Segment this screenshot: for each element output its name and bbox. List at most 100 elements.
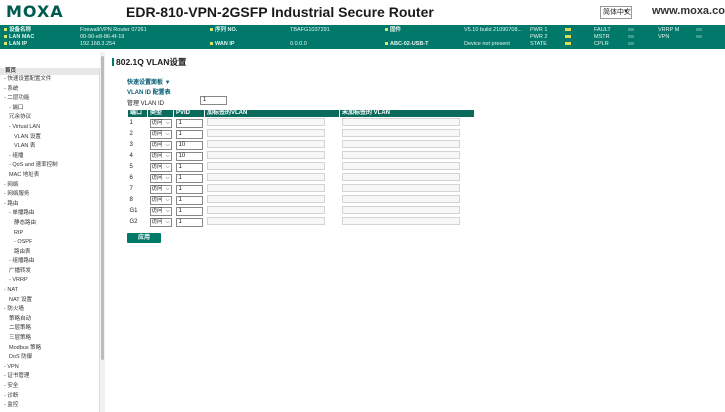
sidebar-item[interactable]: - 系统 <box>0 85 99 95</box>
tagged-vlan-input[interactable] <box>206 118 325 127</box>
tagged-vlan-input[interactable] <box>206 162 325 170</box>
pvid-input[interactable]: 10 <box>175 140 203 150</box>
sidebar-item[interactable]: - QoS and 速率控制 <box>0 161 99 171</box>
apply-button[interactable]: 应用 <box>127 233 161 243</box>
sidebar-item[interactable]: 二层策略 <box>0 324 99 334</box>
main-content: 802.1Q VLAN设置 快速设置面板 ▼ VLAN ID 配置表 管理 VL… <box>112 52 722 412</box>
type-select[interactable]: 访问 ⌵ <box>149 151 172 161</box>
sidebar-item[interactable]: RIP <box>0 229 99 239</box>
sidebar-item[interactable]: 静态路由 <box>0 219 99 229</box>
untagged-vlan-input[interactable] <box>341 195 460 203</box>
type-select[interactable]: 访问 ⌵ <box>149 184 172 194</box>
pwr1-led <box>565 28 571 31</box>
sidebar-item[interactable]: - 网络 <box>0 181 99 191</box>
sidebar-item[interactable]: - 单播路由 <box>0 209 99 219</box>
sidebar-item[interactable]: - VPN <box>0 363 99 373</box>
type-select[interactable]: 访问 ⌵ <box>149 195 172 205</box>
sidebar-item[interactable]: Modbus 策略 <box>0 344 99 354</box>
untagged-vlan-input[interactable] <box>341 173 460 181</box>
tagged-vlan-input[interactable] <box>206 151 325 159</box>
lan-ip-label: LAN IP <box>4 41 27 48</box>
sidebar-item[interactable]: - 网络服务 <box>0 190 99 200</box>
pwr2-led <box>565 35 571 38</box>
sidebar-item[interactable]: - 组播 <box>0 152 99 162</box>
pvid-input[interactable]: 1 <box>175 195 203 205</box>
quick-setup-toggle[interactable]: 快速设置面板 ▼ <box>127 77 171 86</box>
sidebar-item[interactable]: - OSPF <box>0 238 99 248</box>
untagged-vlan-input[interactable] <box>341 217 460 225</box>
sidebar-item[interactable]: VLAN 表 <box>0 142 99 152</box>
sidebar-item[interactable]: VLAN 设置 <box>0 133 99 143</box>
sidebar-item[interactable]: MAC 地址表 <box>0 171 99 181</box>
sidebar-item[interactable]: 策略自动 <box>0 315 99 325</box>
pvid-input[interactable]: 1 <box>175 184 203 194</box>
untagged-vlan-input[interactable] <box>341 151 460 159</box>
sidebar-item[interactable]: - 安全 <box>0 382 99 392</box>
website-link[interactable]: www.moxa.com <box>652 5 725 17</box>
page-title: 802.1Q VLAN设置 <box>112 56 186 68</box>
untagged-vlan-input[interactable] <box>341 184 460 192</box>
pvid-input[interactable]: 1 <box>175 129 203 139</box>
sidebar-item[interactable]: 冗余协议 <box>0 113 99 123</box>
sidebar-scroll-thumb[interactable] <box>101 56 104 360</box>
tagged-vlan-input[interactable] <box>206 184 325 192</box>
tagged-vlan-input[interactable] <box>206 206 325 214</box>
pvid-input[interactable]: 1 <box>175 217 203 227</box>
sidebar-item[interactable]: - NAT <box>0 286 99 296</box>
type-select[interactable]: 访问 ⌵ <box>149 217 172 227</box>
type-select[interactable]: 访问 ⌵ <box>149 162 172 172</box>
untagged-vlan-input[interactable] <box>341 118 460 127</box>
pvid-input[interactable]: 1 <box>175 206 203 216</box>
sidebar-item[interactable]: - 端口 <box>0 104 99 114</box>
sidebar-item[interactable]: 广播转发 <box>0 267 99 277</box>
product-title: EDR-810-VPN-2GSFP Industrial Secure Rout… <box>126 4 434 20</box>
pvid-input[interactable]: 1 <box>175 173 203 183</box>
language-select[interactable]: 简体中文 ▼ <box>600 6 632 19</box>
sidebar-item[interactable]: DoS 防御 <box>0 353 99 363</box>
port-cell: G2 <box>129 219 138 225</box>
tagged-vlan-input[interactable] <box>206 129 325 137</box>
table-row: 4 访问 ⌵ 10 <box>128 151 475 162</box>
table-row: 6 访问 ⌵ 1 <box>128 173 475 184</box>
chevron-down-icon: ⌵ <box>165 141 170 148</box>
tagged-vlan-input[interactable] <box>206 217 325 225</box>
sidebar-item[interactable]: - 诊断 <box>0 392 99 402</box>
tagged-vlan-input[interactable] <box>206 140 325 148</box>
tagged-vlan-input[interactable] <box>206 195 325 203</box>
pvid-input[interactable]: 1 <box>175 118 203 128</box>
untagged-vlan-input[interactable] <box>341 206 460 214</box>
mgmt-vlan-input[interactable]: 1 <box>200 96 227 105</box>
sidebar-item[interactable]: - VRRP <box>0 276 99 286</box>
type-select[interactable]: 访问 ⌵ <box>149 206 172 216</box>
type-select[interactable]: 访问 ⌵ <box>149 140 172 150</box>
type-select[interactable]: 访问 ⌵ <box>149 129 172 139</box>
port-cell: 4 <box>129 153 133 159</box>
pvid-input[interactable]: 1 <box>175 162 203 172</box>
sidebar-item[interactable]: 路由表 <box>0 248 99 258</box>
pvid-input[interactable]: 10 <box>175 151 203 161</box>
lan-mac-label: LAN MAC <box>4 34 34 41</box>
sidebar-item[interactable]: - 快速设置配置文件 <box>0 75 99 85</box>
sidebar-list: - 快速设置配置文件 - 系统 - 二层功能 - 端口 冗余协议 - Virtual LA… <box>0 75 99 411</box>
sidebar-item[interactable]: - 防火墙 <box>0 305 99 315</box>
untagged-vlan-input[interactable] <box>341 140 460 148</box>
chevron-down-icon: ⌵ <box>165 152 170 159</box>
sidebar-item[interactable]: 三层策略 <box>0 334 99 344</box>
type-select[interactable]: 访问 ⌵ <box>149 173 172 183</box>
sidebar-home[interactable]: 首页 <box>0 68 99 75</box>
sidebar-item[interactable]: - 组播路由 <box>0 257 99 267</box>
type-select[interactable]: 访问 ⌵ <box>149 118 172 128</box>
chevron-down-icon: ⌵ <box>165 196 170 203</box>
sidebar-item[interactable]: - 监控 <box>0 401 99 411</box>
sidebar-item[interactable]: - 二层功能 <box>0 94 99 104</box>
sidebar-item[interactable]: NAT 设置 <box>0 296 99 306</box>
sidebar-item[interactable]: - Virtual LAN <box>0 123 99 133</box>
sidebar-item[interactable]: - 证书管理 <box>0 372 99 382</box>
moxa-logo: MOXA <box>6 2 64 21</box>
sidebar-item[interactable]: - 路由 <box>0 200 99 210</box>
device-name-value: Firewall/VPN Router 07261 <box>80 27 147 33</box>
mstr-led <box>628 35 634 38</box>
untagged-vlan-input[interactable] <box>341 162 460 170</box>
tagged-vlan-input[interactable] <box>206 173 325 181</box>
untagged-vlan-input[interactable] <box>341 129 460 137</box>
